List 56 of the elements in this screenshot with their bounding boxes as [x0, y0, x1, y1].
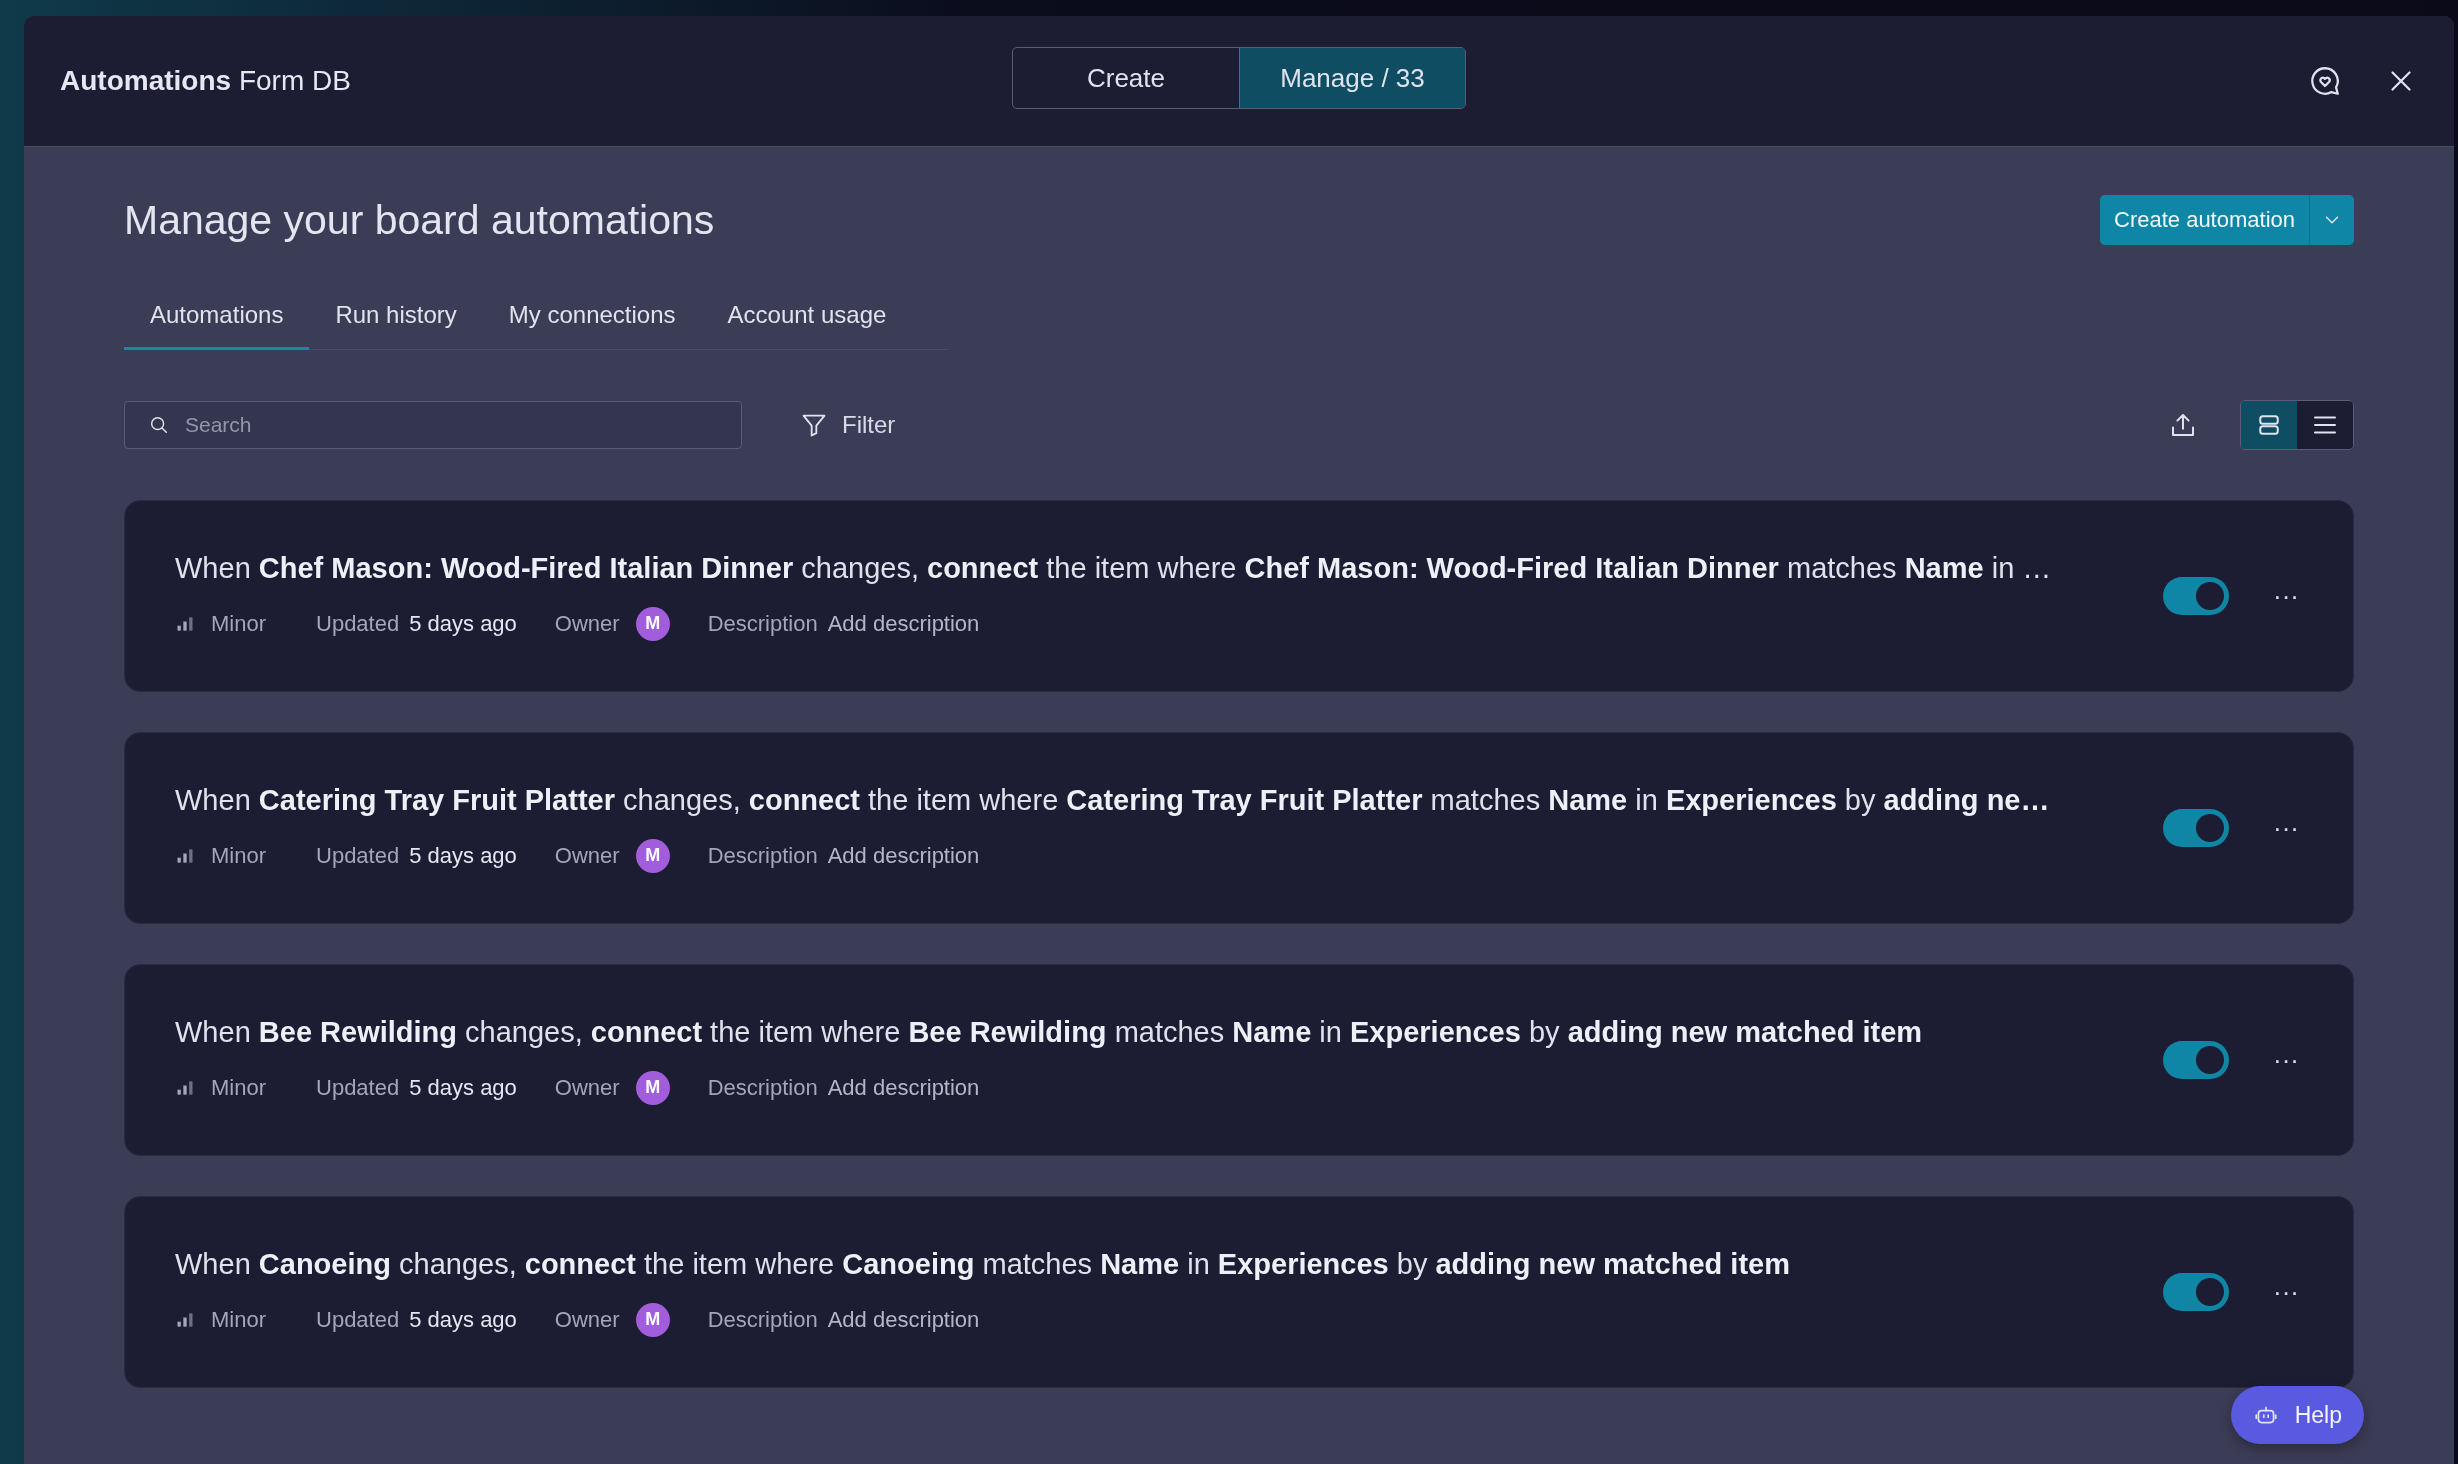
owner-avatar: M: [635, 1302, 670, 1337]
toggle-switch[interactable]: [2163, 577, 2229, 615]
tab[interactable]: Account usage: [701, 301, 913, 350]
updated-label: Updated: [316, 610, 400, 637]
more-button[interactable]: ···: [2267, 579, 2303, 613]
priority-label: Minor: [211, 1306, 266, 1333]
owner-avatar: M: [635, 1070, 670, 1105]
tab[interactable]: My connections: [482, 301, 702, 350]
add-description-link[interactable]: Add description: [827, 842, 980, 869]
toggle-switch[interactable]: [2163, 1273, 2229, 1311]
automation-description: When Canoeing changes, connect the item where Canoeing matches Name in Experiences by adding new matched item: [175, 1247, 1791, 1281]
view-toggle[interactable]: [2241, 401, 2297, 449]
window-title: Automations Form DB: [60, 65, 351, 97]
filter-button[interactable]: Filter: [794, 410, 902, 440]
page-heading: Manage your board automations: [124, 196, 715, 244]
search-icon: [148, 414, 170, 436]
priority-label: Minor: [211, 842, 266, 869]
updated-value: 5 days ago: [409, 842, 517, 869]
mode-tab[interactable]: Create: [1013, 48, 1239, 108]
updated-value: 5 days ago: [409, 1306, 517, 1333]
description-label: Description: [707, 610, 818, 637]
owner-avatar: M: [635, 606, 670, 641]
add-description-link[interactable]: Add description: [827, 1306, 980, 1333]
automation-description: When Bee Rewilding changes, connect the item where Bee Rewilding matches Name in Experiences by adding new matched item: [175, 1015, 1924, 1049]
owner-label: Owner: [554, 1074, 620, 1101]
owner-label: Owner: [554, 1306, 620, 1333]
tab[interactable]: Automations: [124, 301, 310, 350]
automation-description: When Catering Tray Fruit Platter changes, connect the item where Catering Tray Fruit Platter matches Name in Experiences by adding ne…: [175, 783, 2051, 817]
more-button[interactable]: ···: [2267, 1275, 2303, 1309]
automation-description: When Chef Mason: Wood-Fired Italian Dinner changes, connect the item where Chef Mason: Wood-Fired Italian Dinner matches Name in …: [175, 551, 2053, 585]
description-label: Description: [707, 1074, 818, 1101]
toggle-switch[interactable]: [2163, 1041, 2229, 1079]
create-automation-button[interactable]: Create automation: [2100, 195, 2310, 245]
tab[interactable]: Run history: [309, 301, 483, 350]
description-label: Description: [707, 842, 818, 869]
updated-value: 5 days ago: [409, 1074, 517, 1101]
priority-label: Minor: [211, 1074, 266, 1101]
feedback-icon[interactable]: [2308, 64, 2342, 98]
mode-tab[interactable]: Manage / 33: [1239, 48, 1465, 108]
owner-avatar: M: [635, 838, 670, 873]
updated-label: Updated: [316, 842, 400, 869]
add-description-link[interactable]: Add description: [827, 610, 980, 637]
updated-label: Updated: [316, 1074, 400, 1101]
owner-label: Owner: [554, 842, 620, 869]
description-label: Description: [707, 1306, 818, 1333]
more-button[interactable]: ···: [2267, 811, 2303, 845]
owner-label: Owner: [554, 610, 620, 637]
updated-value: 5 days ago: [409, 610, 517, 637]
more-button[interactable]: ···: [2267, 1043, 2303, 1077]
priority-label: Minor: [211, 610, 266, 637]
search-field[interactable]: Search: [124, 401, 742, 449]
updated-label: Updated: [316, 1306, 400, 1333]
help-button[interactable]: Help: [2230, 1386, 2364, 1444]
add-description-link[interactable]: Add description: [827, 1074, 980, 1101]
toggle-switch[interactable]: [2163, 809, 2229, 847]
view-toggle[interactable]: [2297, 401, 2353, 449]
